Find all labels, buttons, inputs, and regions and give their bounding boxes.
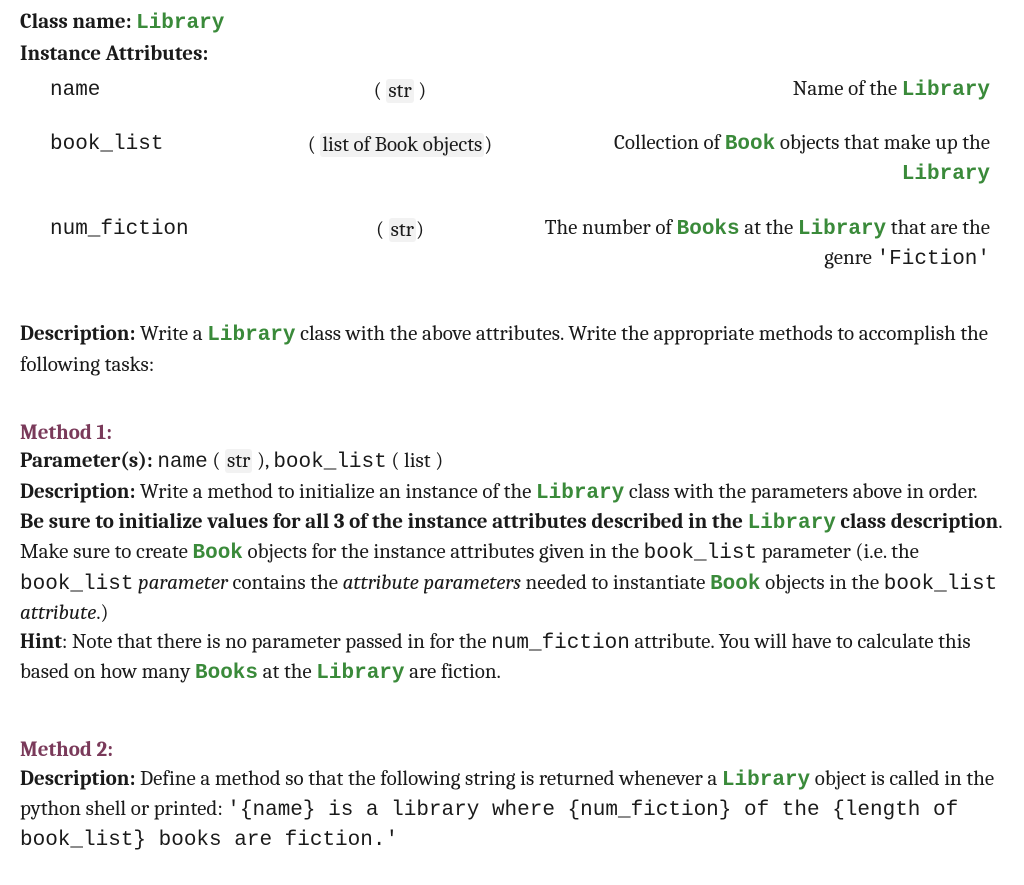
- description-text: Description: Write a Library class with …: [20, 320, 1004, 379]
- method-1-params: Parameter(s): name ( str ), book_list ( …: [20, 447, 1004, 477]
- method-2-description: Description: Define a method so that the…: [20, 765, 1004, 856]
- attr-desc: Name of the Library: [530, 75, 1000, 105]
- attr-name: book_list: [50, 129, 270, 159]
- attr-row: book_list ( list of Book objects) Collec…: [50, 129, 1000, 190]
- instance-attrs-label: Instance Attributes:: [20, 40, 1004, 68]
- attr-type: ( str): [270, 214, 530, 244]
- attr-type: ( list of Book objects): [270, 129, 530, 159]
- method-1-description: Description: Write a method to initializ…: [20, 478, 1004, 628]
- class-name-label: Class name:: [20, 10, 136, 34]
- attr-desc: The number of Books at the Library that …: [530, 214, 1000, 275]
- method-2-section: Method 2: Description: Define a method s…: [20, 736, 1004, 855]
- class-name-value: Library: [136, 12, 224, 35]
- attr-name: name: [50, 75, 270, 105]
- method-1-title: Method 1:: [20, 419, 1004, 447]
- description-section: Description: Write a Library class with …: [20, 320, 1004, 379]
- attr-row: name ( str ) Name of the Library: [50, 75, 1000, 105]
- class-name-line: Class name: Library: [20, 8, 1004, 38]
- attr-desc: Collection of Book objects that make up …: [530, 129, 1000, 190]
- attr-row: num_fiction ( str) The number of Books a…: [50, 214, 1000, 275]
- attr-name: num_fiction: [50, 214, 270, 244]
- method-1-hint: Hint: Note that there is no parameter pa…: [20, 628, 1004, 689]
- method-1-section: Method 1: Parameter(s): name ( str ), bo…: [20, 419, 1004, 688]
- method-2-title: Method 2:: [20, 736, 1004, 764]
- attribute-table: name ( str ) Name of the Library book_li…: [50, 75, 1000, 275]
- attr-type: ( str ): [270, 75, 530, 105]
